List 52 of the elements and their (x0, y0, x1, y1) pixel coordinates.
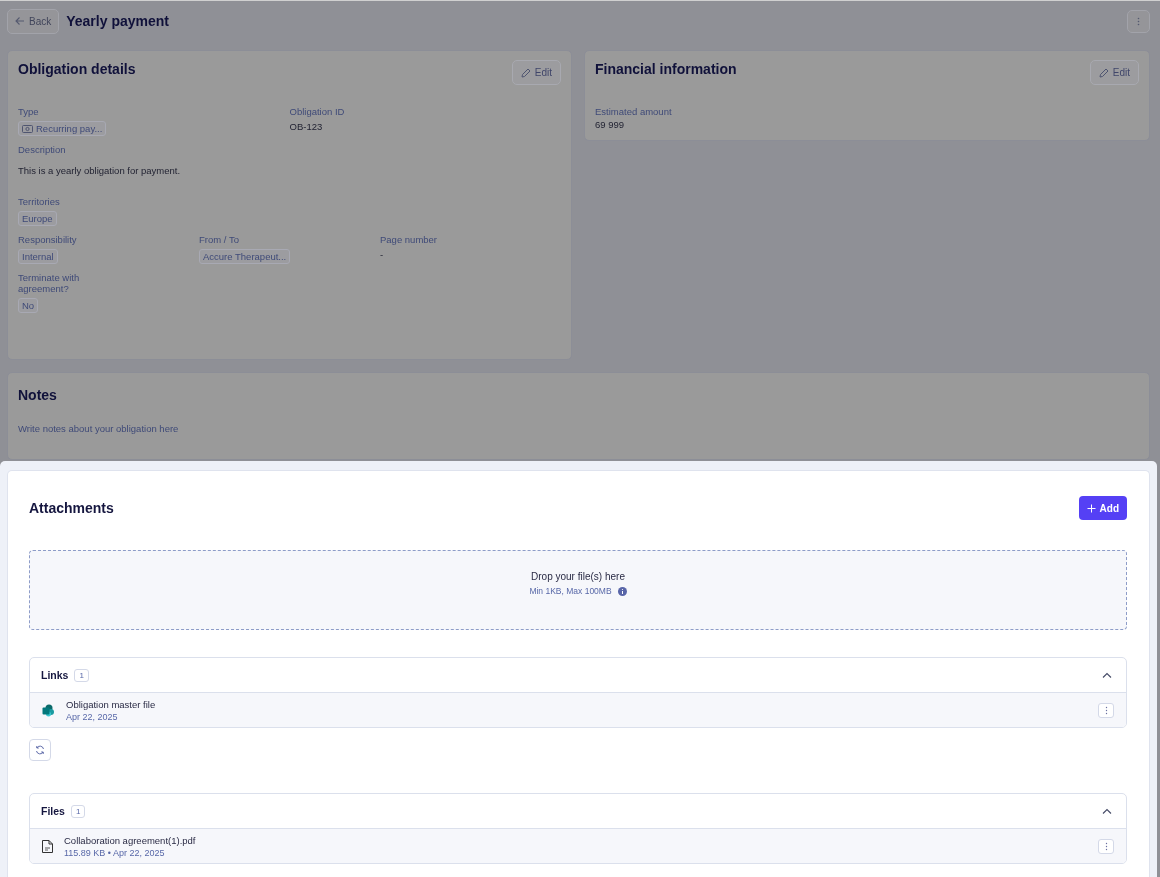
chevron-up-icon[interactable] (1102, 808, 1112, 814)
section-title: Files (41, 805, 65, 817)
card-title: Financial information (595, 61, 737, 77)
refresh-icon (35, 745, 45, 755)
back-button[interactable]: Back (7, 8, 60, 34)
file-dropzone[interactable]: Drop your file(s) here Min 1KB, Max 100MB (29, 550, 1127, 630)
field-label: Obligation ID (289, 106, 345, 117)
attachment-row[interactable]: Obligation master file Apr 22, 2025 (30, 693, 1126, 727)
pencil-icon (1098, 67, 1109, 78)
attachment-row[interactable]: Collaboration agreement(1).pdf 115.89 KB • Apr 22, 2025 (30, 829, 1126, 863)
field-label: Responsibility (18, 234, 77, 245)
field-label: Estimated amount (595, 106, 672, 117)
attachments-title: Attachments (29, 500, 114, 516)
edit-button[interactable]: Edit (511, 60, 561, 85)
field-label: From / To (199, 234, 239, 245)
value-tag: No (18, 298, 39, 313)
refresh-button[interactable] (29, 739, 51, 761)
page-title: Yearly payment (66, 13, 169, 29)
description-text: This is a yearly obligation for payment. (18, 165, 181, 176)
field-value: OB-123 (289, 121, 323, 132)
chevron-up-icon[interactable] (1102, 672, 1112, 678)
count-badge: 1 (74, 668, 89, 682)
card-title: Obligation details (18, 61, 136, 77)
attachment-meta: Apr 22, 2025 (66, 711, 119, 722)
edit-button[interactable]: Edit (1089, 60, 1139, 85)
dropzone-text: Drop your file(s) here (531, 571, 625, 582)
info-icon[interactable] (617, 586, 627, 596)
field-label: Description (18, 144, 66, 155)
value-tag: Europe (18, 211, 57, 226)
card-title: Notes (18, 387, 58, 403)
field-value: - (380, 249, 384, 260)
field-label: Terminate with agreement? (18, 272, 81, 294)
dropzone-hint: Min 1KB, Max 100MB (529, 586, 612, 596)
field-label: Page number (380, 234, 438, 245)
value-tag: Accure Therapeut... (199, 249, 291, 264)
type-tag: Recurring pay... (18, 121, 107, 136)
attachment-name: Obligation master file (66, 698, 156, 710)
field-label: Territories (18, 196, 60, 207)
attachment-meta: 115.89 KB • Apr 22, 2025 (64, 847, 166, 858)
add-button[interactable]: Add (1078, 496, 1127, 520)
value-tag: Internal (18, 249, 58, 264)
plus-icon (1086, 503, 1096, 513)
banknote-icon (22, 124, 33, 133)
attachment-name: Collaboration agreement(1).pdf (64, 834, 196, 846)
field-label: Type (18, 106, 39, 117)
count-badge: 1 (70, 804, 86, 818)
section-title: Links (41, 669, 69, 681)
field-value: 69 999 (595, 119, 625, 130)
arrow-left-icon (15, 16, 25, 26)
pencil-icon (520, 67, 531, 78)
notes-input-field[interactable]: Write notes about your obligation here (18, 423, 1139, 434)
document-icon (42, 839, 53, 853)
